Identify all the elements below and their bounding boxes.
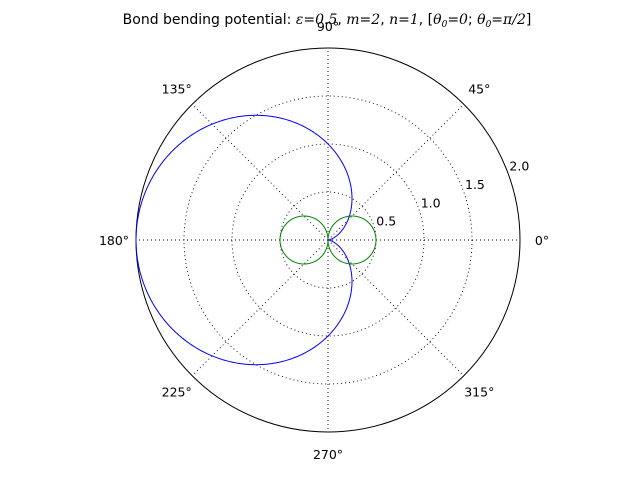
- radial-tick-label: 1.5: [465, 177, 485, 192]
- angle-tick-label: 135°: [162, 82, 192, 97]
- angle-tick-label: 270°: [313, 447, 343, 462]
- radial-tick-label: 0.5: [376, 214, 396, 229]
- polar-chart: Bond bending potential: ε=0.5, m=2, n=1,…: [99, 12, 549, 462]
- angle-tick-label: 315°: [464, 384, 494, 399]
- radial-tick-label: 2.0: [509, 159, 529, 174]
- radial-tick-label: 1.0: [421, 195, 441, 210]
- angle-tick-label: 225°: [162, 384, 192, 399]
- angle-tick-label: 0°: [535, 233, 549, 248]
- angle-tick-label: 180°: [99, 233, 129, 248]
- angle-tick-label: 90°: [317, 19, 339, 34]
- angle-tick-label: 45°: [468, 82, 490, 97]
